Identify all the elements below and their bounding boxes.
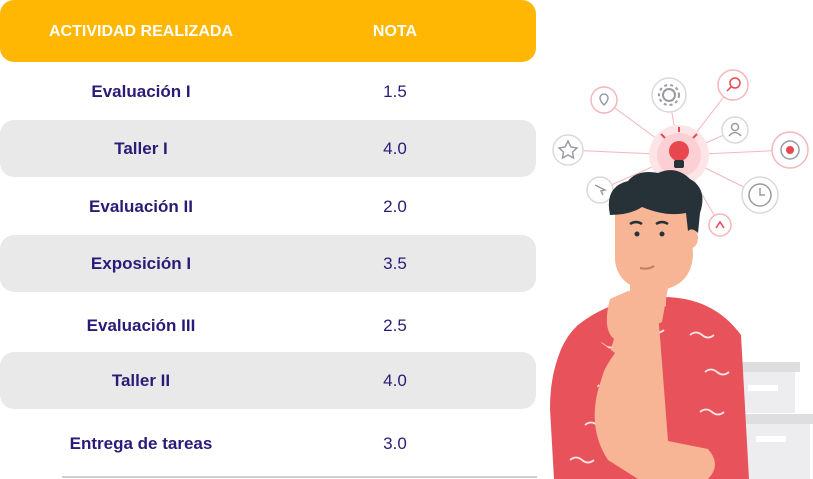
activity-cell: Entrega de tareas — [69, 434, 213, 453]
grade-cell: 2.0 — [383, 197, 407, 216]
activity-cell: Taller II — [111, 370, 171, 390]
clock-icon — [741, 176, 779, 214]
table-header: ACTIVIDAD REALIZADA NOTA — [0, 0, 536, 62]
user-icon — [721, 116, 749, 144]
activity-cell: Taller I — [114, 138, 168, 158]
grade-cell: 3.0 — [383, 434, 407, 453]
grade-cell: 2.5 — [383, 316, 407, 335]
search-icon — [717, 69, 749, 101]
activity-cell: Evaluación III — [86, 316, 196, 335]
table-row: Taller II 4.0 — [0, 352, 536, 409]
table-bottom-border — [62, 476, 537, 478]
activity-cell: Evaluación II — [89, 197, 193, 216]
grade-cell: 1.5 — [383, 82, 407, 101]
grade-cell: 4.0 — [383, 138, 407, 158]
thinking-person-illustration — [550, 69, 813, 479]
gear-icon — [651, 77, 687, 113]
activity-cell: Evaluación I — [91, 82, 191, 101]
table-row: Evaluación I 1.5 — [0, 62, 536, 122]
star-icon — [552, 134, 584, 166]
cursor-icon — [586, 176, 614, 204]
header-grade: NOTA — [372, 23, 418, 40]
table-row: Exposición I 3.5 — [0, 235, 536, 292]
header-activity: ACTIVIDAD REALIZADA — [49, 23, 233, 40]
activity-cell: Exposición I — [90, 253, 192, 273]
table-row: Evaluación III 2.5 — [0, 296, 536, 356]
share-icon — [708, 213, 732, 237]
table-row: Evaluación II 2.0 — [0, 180, 536, 234]
target-icon — [771, 131, 809, 169]
location-icon — [590, 86, 618, 114]
table-row: Taller I 4.0 — [0, 120, 536, 177]
table-row: Entrega de tareas 3.0 — [0, 414, 536, 474]
grade-cell: 4.0 — [383, 370, 407, 390]
grade-cell: 3.5 — [383, 253, 407, 273]
